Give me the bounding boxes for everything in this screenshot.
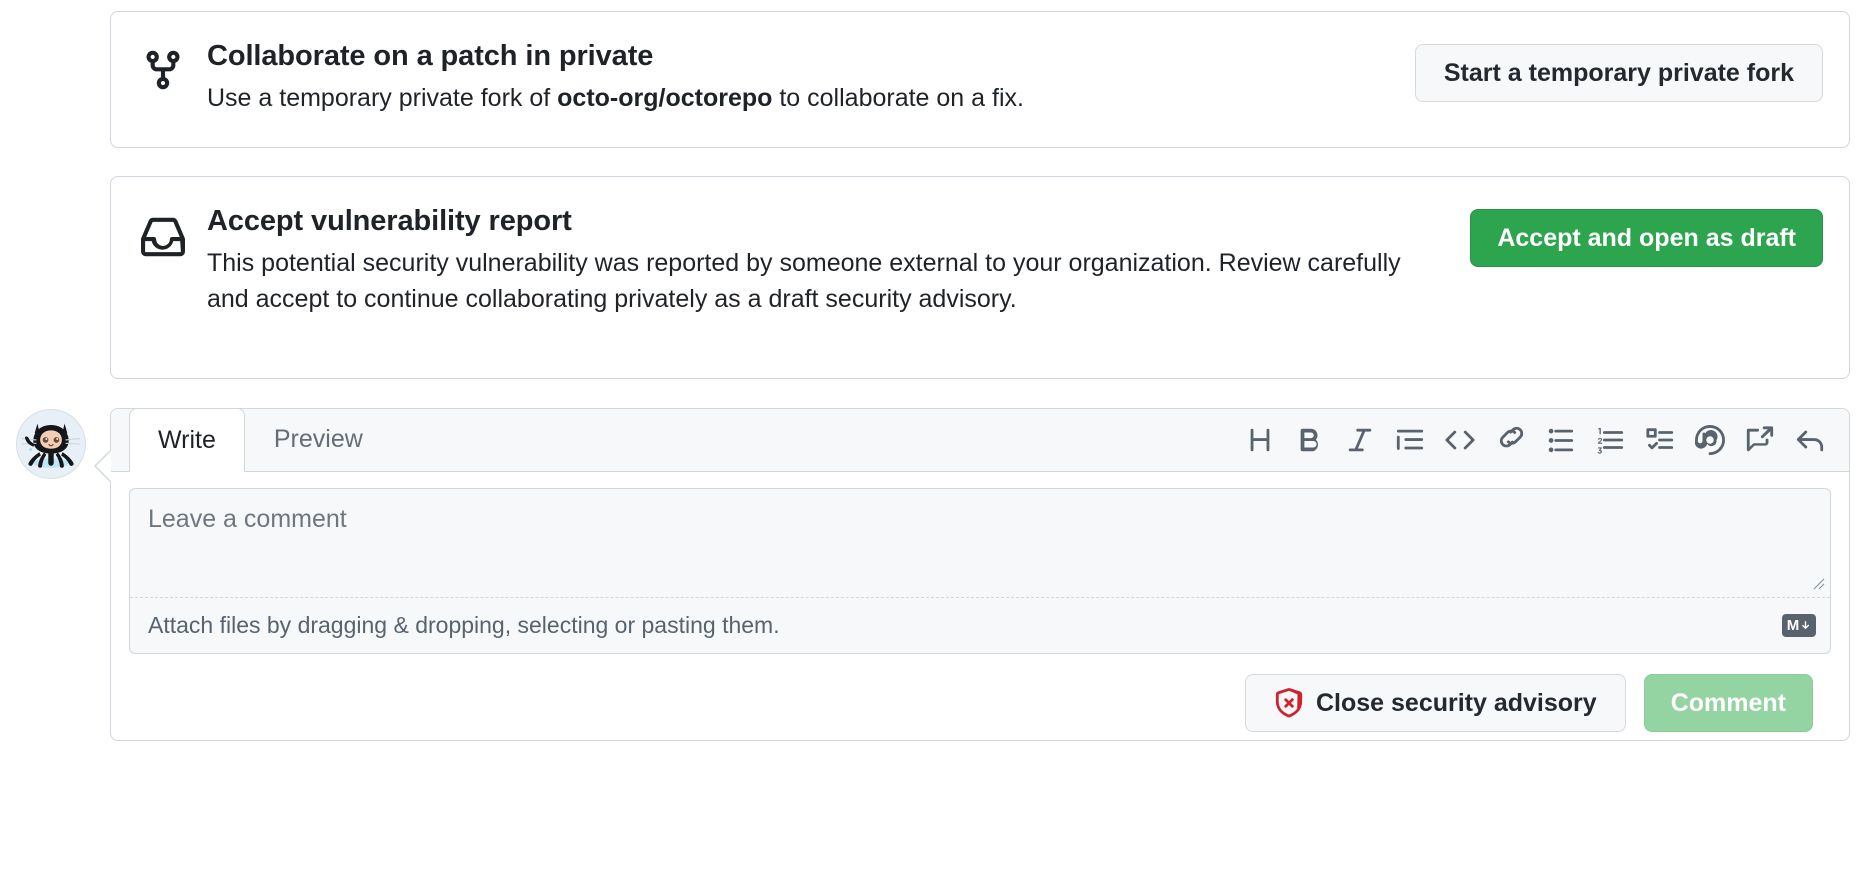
- comment-input[interactable]: Leave a comment: [130, 489, 1830, 597]
- link-icon[interactable]: [1485, 415, 1535, 465]
- accept-report-card: Accept vulnerability report This potenti…: [110, 176, 1850, 379]
- comment-button[interactable]: Comment: [1644, 674, 1813, 732]
- card-description-suffix: to collaborate on a fix.: [772, 84, 1024, 112]
- attach-files-hint: Attach files by dragging & dropping, sel…: [148, 612, 780, 639]
- git-branch-icon: [141, 48, 185, 92]
- composer-tabs-row: Write Preview: [111, 409, 1849, 472]
- mention-icon[interactable]: [1685, 415, 1735, 465]
- reply-icon[interactable]: [1785, 415, 1835, 465]
- quote-icon[interactable]: [1385, 415, 1435, 465]
- markdown-arrow-down-icon: [1800, 620, 1811, 631]
- ordered-list-icon[interactable]: [1585, 415, 1635, 465]
- security-advisory-page: Collaborate on a patch in private Use a …: [0, 0, 1860, 894]
- card-title: Collaborate on a patch in private: [207, 38, 1389, 76]
- start-temporary-private-fork-button[interactable]: Start a temporary private fork: [1415, 44, 1823, 102]
- composer-body: Leave a comment Attach files by dragging…: [111, 472, 1849, 732]
- repo-name: octo-org/octorepo: [557, 84, 772, 112]
- collaborate-fork-card: Collaborate on a patch in private Use a …: [110, 11, 1850, 148]
- saved-reply-icon[interactable]: [1735, 415, 1785, 465]
- resize-grip-icon[interactable]: [1810, 575, 1826, 591]
- shield-x-icon: [1274, 688, 1304, 718]
- comment-input-wrapper: Leave a comment Attach files by dragging…: [129, 488, 1831, 654]
- close-security-advisory-button[interactable]: Close security advisory: [1245, 674, 1626, 732]
- card-description: Use a temporary private fork of octo-org…: [207, 80, 1389, 116]
- markdown-badge-icon[interactable]: M: [1782, 614, 1816, 637]
- markdown-badge-letter: M: [1787, 618, 1800, 633]
- markdown-toolbar: [1235, 408, 1849, 471]
- composer-actions-row: Close security advisory Comment: [129, 654, 1831, 732]
- tab-write[interactable]: Write: [129, 408, 245, 472]
- comment-composer: Write Preview: [110, 408, 1850, 741]
- card-title: Accept vulnerability report: [207, 203, 1444, 241]
- italic-icon[interactable]: [1335, 415, 1385, 465]
- accept-and-open-as-draft-button[interactable]: Accept and open as draft: [1470, 209, 1823, 267]
- card-description: This potential security vulnerability wa…: [207, 245, 1444, 318]
- bold-icon[interactable]: [1285, 415, 1335, 465]
- unordered-list-icon[interactable]: [1535, 415, 1585, 465]
- close-security-advisory-label: Close security advisory: [1316, 691, 1597, 716]
- card-description-prefix: Use a temporary private fork of: [207, 84, 557, 112]
- speech-bubble-arrow: [94, 449, 111, 483]
- heading-icon[interactable]: [1235, 415, 1285, 465]
- code-icon[interactable]: [1435, 415, 1485, 465]
- tab-preview[interactable]: Preview: [245, 407, 392, 471]
- task-list-icon[interactable]: [1635, 415, 1685, 465]
- inbox-icon: [141, 215, 185, 259]
- avatar: [16, 409, 86, 479]
- attach-files-row[interactable]: Attach files by dragging & dropping, sel…: [130, 597, 1830, 653]
